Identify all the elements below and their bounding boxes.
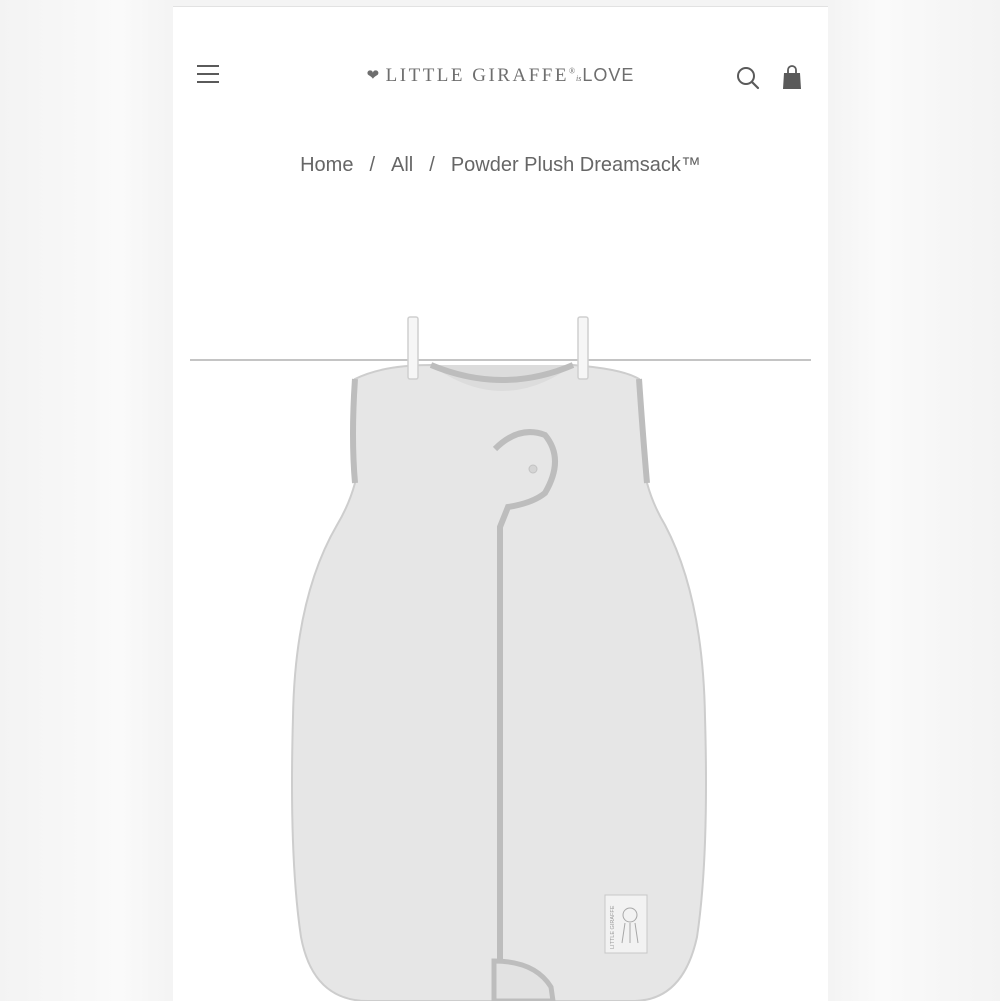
breadcrumb-home-link[interactable]: Home xyxy=(300,154,353,176)
breadcrumb-separator: / xyxy=(429,154,435,176)
brand-label-text: LITTLE GIRAFFE xyxy=(610,905,616,949)
product-image[interactable]: LITTLE GIRAFFE xyxy=(173,297,828,1001)
mobile-page: ❤ LITTLE GIRAFFE®isLOVE Home / All / Powder P… xyxy=(173,6,828,1001)
brand-logo[interactable]: ❤ LITTLE GIRAFFE®isLOVE xyxy=(173,65,828,87)
logo-brand-text: LITTLE GIRAFFE xyxy=(385,65,569,86)
logo-connector-text: is xyxy=(576,74,582,83)
search-icon[interactable] xyxy=(735,65,761,91)
snap-button xyxy=(528,464,538,474)
logo-registered-mark: ® xyxy=(568,66,576,76)
breadcrumb-all-link[interactable]: All xyxy=(391,154,413,176)
clothespin-right xyxy=(577,316,589,380)
sleep-sack-garment-image: LITTLE GIRAFFE xyxy=(190,316,811,1001)
left-armhole-trim xyxy=(350,378,358,484)
shopping-bag-icon[interactable] xyxy=(781,65,803,91)
clothespin-left xyxy=(407,316,419,380)
logo-tagline-text: LOVE xyxy=(582,65,635,85)
breadcrumb: Home / All / Powder Plush Dreamsack™ xyxy=(173,154,828,177)
breadcrumb-current: Powder Plush Dreamsack™ xyxy=(450,154,701,176)
brand-label-patch: LITTLE GIRAFFE xyxy=(604,894,648,954)
breadcrumb-separator: / xyxy=(369,154,376,176)
heart-icon: ❤ xyxy=(366,68,382,84)
